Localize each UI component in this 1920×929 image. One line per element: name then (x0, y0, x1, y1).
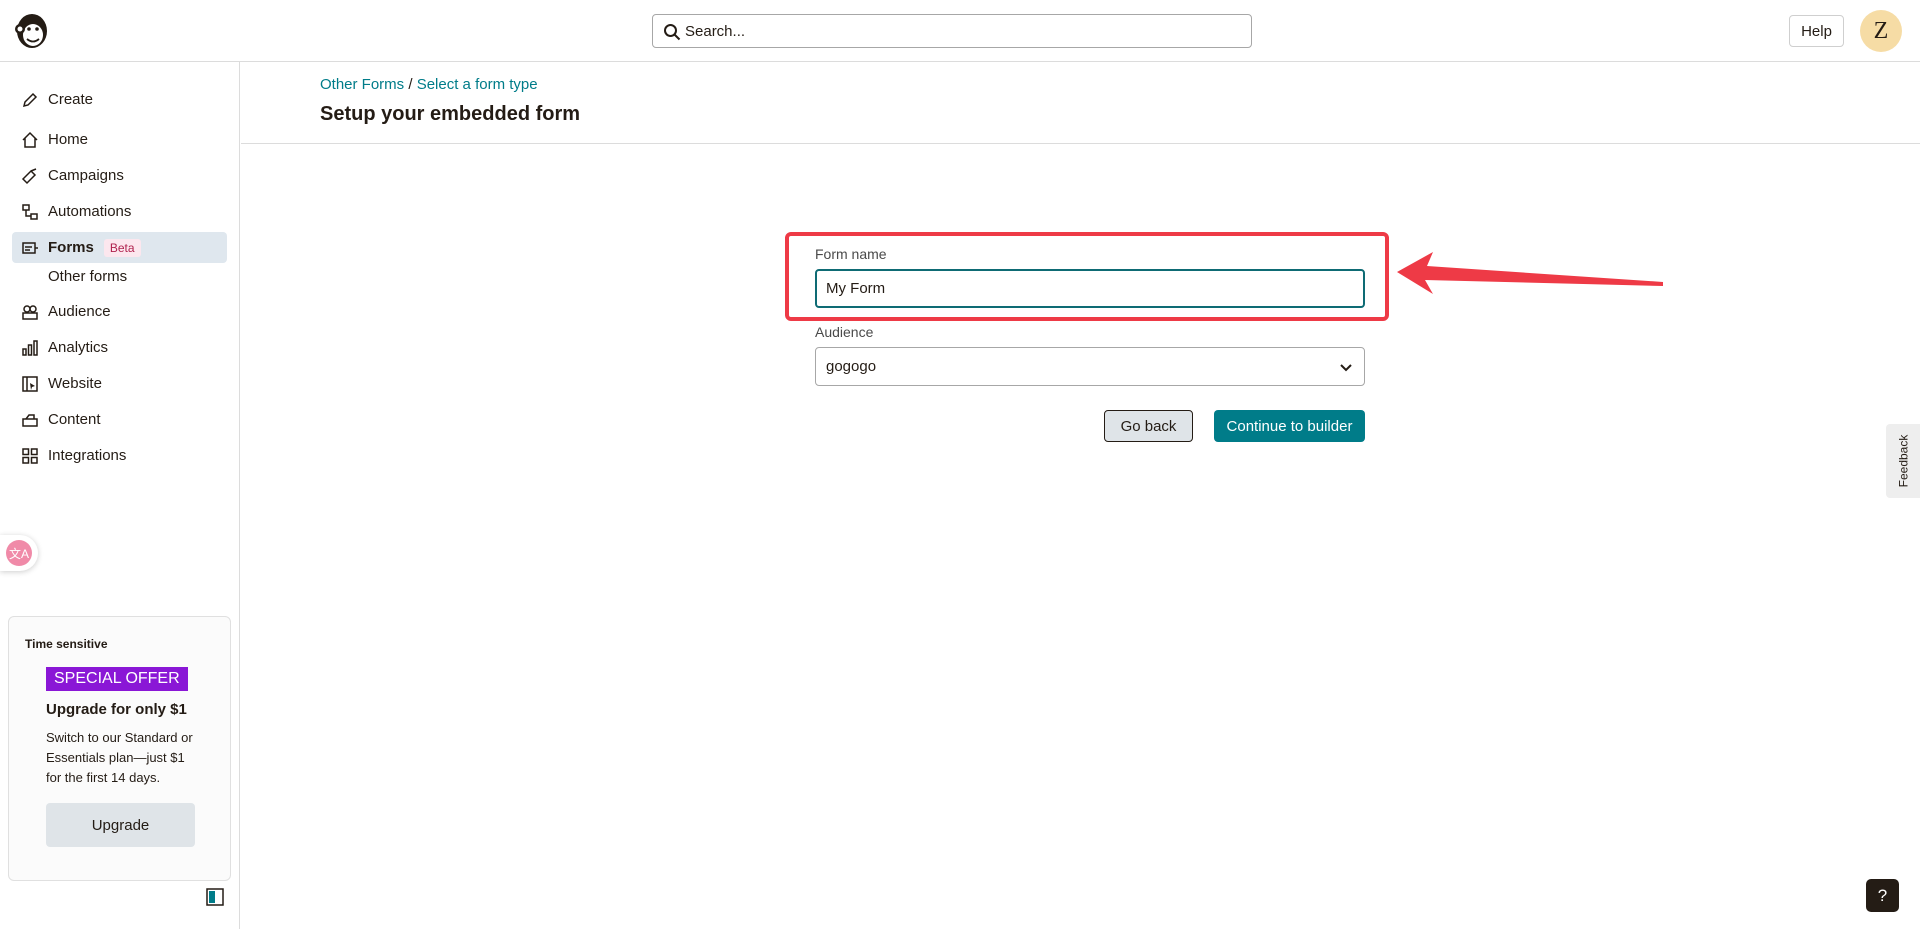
translate-extension-button[interactable]: 文A (0, 535, 38, 571)
forms-icon (20, 238, 40, 258)
feedback-tab[interactable]: Feedback (1886, 424, 1920, 498)
content-icon (20, 410, 40, 430)
sidebar-item-create[interactable]: Create (12, 84, 227, 115)
beta-badge: Beta (103, 238, 141, 257)
sidebar-item-campaigns[interactable]: Campaigns (12, 160, 227, 191)
promo-title: Upgrade for only $1 (46, 701, 187, 718)
upgrade-button[interactable]: Upgrade (46, 803, 195, 847)
sidebar-item-label: Campaigns (48, 167, 124, 184)
sidebar-item-automations[interactable]: Automations (12, 196, 227, 227)
sidebar-item-label: Integrations (48, 447, 127, 464)
audience-select[interactable]: gogogo (815, 347, 1365, 386)
promo-tag: Time sensitive (25, 637, 108, 651)
grid-icon (20, 446, 40, 466)
bar-chart-icon (20, 338, 40, 358)
header-divider (241, 143, 1920, 144)
page-title: Setup your embedded form (320, 103, 581, 125)
website-icon (20, 374, 40, 394)
sidebar-item-home[interactable]: Home (12, 124, 227, 155)
megaphone-icon (20, 166, 40, 186)
upgrade-promo-card: Time sensitive SPECIAL OFFER Upgrade for… (8, 616, 231, 881)
search-input[interactable] (685, 15, 1245, 47)
search-icon (664, 24, 681, 41)
breadcrumb-other-forms[interactable]: Other Forms (320, 76, 404, 93)
form-name-input[interactable] (815, 269, 1365, 308)
sidebar-item-integrations[interactable]: Integrations (12, 440, 227, 471)
sidebar-item-label: Audience (48, 303, 111, 320)
special-offer-badge: SPECIAL OFFER (46, 667, 188, 691)
automations-icon (20, 202, 40, 222)
audience-label: Audience (815, 324, 874, 340)
translate-icon: 文A (6, 540, 32, 566)
breadcrumb: Other Forms / Select a form type (320, 76, 538, 93)
audience-selected-value: gogogo (826, 358, 877, 375)
continue-to-builder-button[interactable]: Continue to builder (1214, 410, 1365, 442)
help-button[interactable]: Help (1789, 15, 1844, 47)
sidebar-item-audience[interactable]: Audience (12, 296, 227, 327)
sidebar-item-analytics[interactable]: Analytics (12, 332, 227, 363)
chevron-down-icon (1340, 364, 1352, 372)
sidebar-item-label: Home (48, 131, 89, 148)
pencil-icon (20, 90, 40, 110)
promo-description: Switch to our Standard or Essentials pla… (46, 730, 193, 785)
breadcrumb-select-form-type[interactable]: Select a form type (417, 76, 538, 93)
sidebar-item-forms[interactable]: Forms Beta (12, 232, 227, 263)
red-arrow-annotation-icon (1397, 252, 1663, 294)
sidebar-item-label: Forms (48, 239, 94, 256)
avatar[interactable]: Z (1860, 10, 1902, 52)
sidebar-item-label: Create (48, 91, 94, 108)
feedback-label: Feedback (1896, 434, 1911, 488)
sidebar-item-label: Content (48, 411, 101, 428)
audience-icon (20, 302, 40, 322)
sidebar-item-website[interactable]: Website (12, 368, 227, 399)
sidebar-item-label: Analytics (48, 339, 109, 356)
sidebar-subitem-other-forms[interactable]: Other forms (48, 268, 127, 285)
sidebar: Create Home Campaigns Automations Forms … (0, 62, 240, 929)
breadcrumb-separator: / (408, 76, 413, 93)
help-fab-button[interactable]: ? (1866, 879, 1899, 912)
sidebar-item-label: Automations (48, 203, 132, 220)
sidebar-item-label: Website (48, 375, 102, 392)
search-bar[interactable] (652, 14, 1252, 48)
home-icon (20, 130, 40, 150)
mailchimp-logo-icon[interactable] (12, 9, 52, 51)
sidebar-item-content[interactable]: Content (12, 404, 227, 435)
top-bar: Help Z (0, 0, 1920, 62)
go-back-button[interactable]: Go back (1104, 410, 1193, 442)
form-name-label: Form name (815, 246, 887, 262)
collapse-sidebar-icon[interactable] (206, 888, 224, 906)
